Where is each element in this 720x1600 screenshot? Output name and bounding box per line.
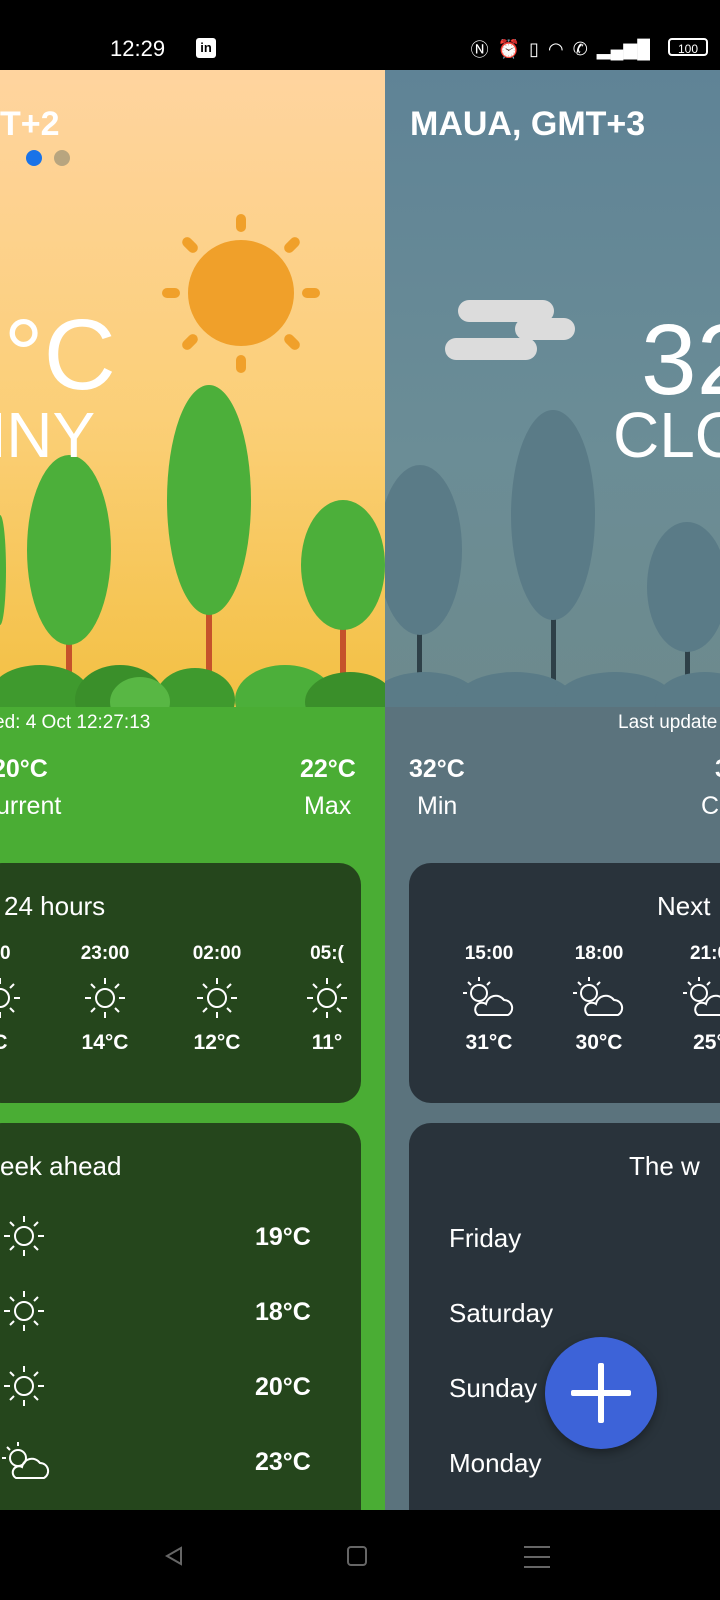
hourly-forecast-card[interactable]: Next 15:00 31°C 18:00 30°C 21:0 25° xyxy=(409,863,720,1103)
status-time: 12:29 xyxy=(110,36,166,61)
hour-item: 23:00 14°C xyxy=(50,943,160,1055)
hour-item: 02:00 12°C xyxy=(162,943,272,1055)
cloudy-scene: MAUA, GMT+3 32 CLO xyxy=(385,70,720,732)
week-temp: 18°C xyxy=(255,1298,311,1326)
weather-condition: NNY xyxy=(0,399,96,471)
min-label: Min xyxy=(417,792,458,820)
location-title: T+2 xyxy=(0,105,60,143)
home-icon[interactable] xyxy=(347,1546,367,1566)
max-label: Max xyxy=(304,792,352,820)
week-forecast-card[interactable]: eek ahead 19°C 18°C 20°C 23°C xyxy=(0,1123,361,1510)
page-indicator xyxy=(26,150,70,166)
add-location-button[interactable] xyxy=(545,1337,657,1449)
hour-item: 00 C xyxy=(0,943,55,1055)
week-day: Friday xyxy=(449,1223,522,1253)
back-icon[interactable] xyxy=(163,1545,185,1567)
week-forecast-card[interactable]: The w Friday Saturday Sunday Monday xyxy=(409,1123,720,1510)
week-day: Saturday xyxy=(449,1298,554,1328)
hourly-title: 24 hours xyxy=(4,891,106,921)
hour-item: 15:00 31°C xyxy=(434,943,544,1055)
wifi-icon: ◠ xyxy=(547,38,564,59)
sun-icon xyxy=(4,1216,44,1256)
hour-item: 05:( 11° xyxy=(272,943,361,1055)
recents-icon[interactable] xyxy=(524,1546,550,1576)
hourly-title: Next xyxy=(657,891,711,921)
sun-icon xyxy=(4,1291,44,1331)
vibrate-icon: ▯ xyxy=(529,38,539,59)
navigation-bar xyxy=(0,1510,720,1600)
sun-icon xyxy=(85,978,125,1018)
hour-item: 18:00 30°C xyxy=(544,943,654,1055)
sun-icon xyxy=(4,1366,44,1406)
last-updated: Last update xyxy=(618,712,718,733)
location-title: MAUA, GMT+3 xyxy=(410,105,646,143)
partly-cloudy-icon xyxy=(463,977,514,1016)
sun-icon xyxy=(307,978,347,1018)
last-updated: ed: 4 Oct 12:27:13 xyxy=(0,712,151,733)
week-day: Monday xyxy=(449,1448,542,1478)
status-icons: Ⓝ ⏰ ▯ ◠ ✆ ▂▄▆█ xyxy=(471,36,650,62)
battery-icon: 100 xyxy=(668,38,708,56)
min-value: 32°C xyxy=(409,755,465,783)
sunny-scene: T+2 0°C NNY xyxy=(0,70,385,735)
current-temperature: 32 xyxy=(641,304,720,416)
current-value: 3 xyxy=(715,755,720,784)
current-value: 20°C xyxy=(0,755,48,783)
week-temp: 20°C xyxy=(255,1373,311,1401)
week-temp: 19°C xyxy=(255,1223,311,1251)
status-bar: 12:29 in Ⓝ ⏰ ▯ ◠ ✆ ▂▄▆█ 100 xyxy=(0,0,720,70)
page-dot xyxy=(54,150,70,166)
sun-icon xyxy=(197,978,237,1018)
hourly-forecast-card[interactable]: 24 hours 00 C 23:00 14°C 02:00 12°C 05:(… xyxy=(0,863,361,1103)
linkedin-icon: in xyxy=(196,38,216,58)
wifi-call-icon: ✆ xyxy=(572,38,588,59)
nfc-icon: Ⓝ xyxy=(470,40,489,60)
max-value: 22°C xyxy=(300,755,356,783)
weather-page-sunny[interactable]: T+2 0°C NNY ed: 4 Oct 12:27:13 20°C urre… xyxy=(0,70,385,1510)
signal-icon: ▂▄▆█ xyxy=(596,38,650,59)
weather-page-cloudy[interactable]: MAUA, GMT+3 32 CLO Last update 32°C Min … xyxy=(385,70,720,1510)
week-temp: 23°C xyxy=(255,1448,311,1476)
sun-icon xyxy=(0,978,20,1018)
current-label: Cu xyxy=(701,792,720,820)
partly-cloudy-icon xyxy=(683,977,720,1016)
weather-condition: CLO xyxy=(613,399,720,471)
alarm-icon: ⏰ xyxy=(497,38,521,59)
week-day: Sunday xyxy=(449,1373,538,1403)
hour-item: 21:0 25° xyxy=(654,943,720,1055)
week-title: eek ahead xyxy=(0,1151,122,1181)
cloud-icon xyxy=(445,300,575,360)
partly-cloudy-icon xyxy=(2,1442,50,1479)
sun-icon xyxy=(162,214,320,373)
week-title: The w xyxy=(629,1151,700,1181)
current-temperature: 0°C xyxy=(0,299,116,411)
partly-cloudy-icon xyxy=(573,977,624,1016)
current-label: urrent xyxy=(0,792,62,820)
page-dot-active xyxy=(26,150,42,166)
